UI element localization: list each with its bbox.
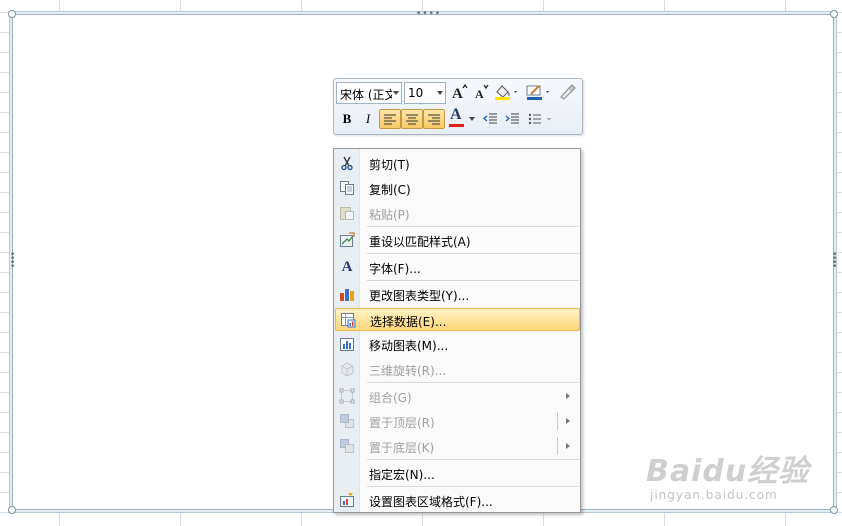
menu-item-change-chart-type[interactable]: 更改图表类型(Y)... <box>335 283 580 306</box>
resize-handle-top[interactable]: •••• <box>416 10 441 19</box>
submenu-arrow-icon <box>566 393 570 399</box>
bring-to-front-icon <box>339 413 355 429</box>
menu-item-paste[interactable]: 粘贴(P) <box>335 202 580 225</box>
cut-icon <box>339 155 355 171</box>
increase-indent-icon <box>505 113 519 124</box>
menu-item-font[interactable]: A 字体(F)... <box>335 256 580 279</box>
align-center-button[interactable] <box>401 109 423 129</box>
align-right-icon <box>428 114 440 125</box>
decrease-indent-button[interactable] <box>480 109 500 129</box>
submenu-arrow-icon[interactable] <box>566 443 570 449</box>
bullets-button[interactable] <box>526 109 556 129</box>
font-name-value: 宋体 (正文 <box>340 88 392 102</box>
assign-macro-icon <box>339 465 355 481</box>
menu-item-label: 移动图表(M)... <box>369 339 449 353</box>
resize-handle-top-right[interactable] <box>830 10 838 18</box>
menu-item-label: 更改图表类型(Y)... <box>369 289 470 303</box>
menu-separator <box>367 382 579 384</box>
select-data-icon <box>340 312 356 328</box>
font-size-dropdown[interactable]: 10 <box>404 82 446 104</box>
submenu-split-divider <box>557 412 558 430</box>
menu-item-label: 重设以匹配样式(A) <box>369 235 471 249</box>
menu-item-send-to-back[interactable]: 置于底层(K) <box>335 435 580 458</box>
resize-handle-bottom-left[interactable] <box>8 506 16 514</box>
context-menu: 剪切(T) 复制(C) 粘贴(P) 重设以匹配样式(A) A 字体(F)... … <box>333 148 581 513</box>
baidu-watermark: Baidu经验 jingyan.baidu.com <box>640 444 815 514</box>
chart-type-icon <box>339 286 355 302</box>
resize-handle-left[interactable]: • • • • <box>10 251 15 272</box>
menu-item-label: 粘贴(P) <box>369 208 410 222</box>
align-left-button[interactable] <box>379 109 401 129</box>
resize-handle-bottom-right[interactable] <box>830 506 838 514</box>
paste-icon <box>339 205 355 221</box>
menu-item-label: 置于顶层(R) <box>369 416 435 430</box>
menu-item-bring-to-front[interactable]: 置于顶层(R) <box>335 410 580 433</box>
menu-item-label: 指定宏(N)... <box>369 468 435 482</box>
menu-separator <box>367 280 579 282</box>
menu-item-label: 选择数据(E)... <box>370 315 447 329</box>
menu-item-label: 剪切(T) <box>369 158 410 172</box>
menu-item-label: 复制(C) <box>369 183 411 197</box>
menu-item-cut[interactable]: 剪切(T) <box>335 152 580 175</box>
move-chart-icon <box>339 336 355 352</box>
menu-item-label: 三维旋转(R)... <box>369 364 447 378</box>
chevron-down-icon <box>469 117 475 121</box>
format-painter-icon[interactable] <box>556 83 578 103</box>
menu-item-label: 组合(G) <box>369 391 412 405</box>
resize-handle-top-left[interactable] <box>8 10 16 18</box>
group-icon <box>339 388 355 404</box>
font-grow-icon[interactable]: A <box>449 83 469 103</box>
menu-item-select-data[interactable]: 选择数据(E)... <box>335 308 580 331</box>
send-to-back-icon <box>339 438 355 454</box>
bullet-list-icon <box>528 113 551 125</box>
font-icon: A <box>341 259 353 275</box>
3d-rotation-icon <box>339 361 355 377</box>
menu-item-move-chart[interactable]: 移动图表(M)... <box>335 333 580 356</box>
chevron-down-icon <box>437 91 443 95</box>
menu-separator <box>367 253 579 255</box>
menu-item-assign-macro[interactable]: 指定宏(N)... <box>335 462 580 485</box>
submenu-arrow-icon[interactable] <box>566 418 570 424</box>
decrease-indent-icon <box>482 113 497 124</box>
font-shrink-icon[interactable]: A <box>471 83 491 103</box>
menu-separator <box>367 459 579 461</box>
svg-text:A: A <box>452 86 463 101</box>
watermark-url: jingyan.baidu.com <box>650 488 778 502</box>
italic-label: I <box>365 111 371 126</box>
increase-indent-button[interactable] <box>502 109 522 129</box>
font-color-icon: A <box>450 106 462 123</box>
font-color-swatch <box>449 124 464 127</box>
submenu-split-divider <box>557 437 558 455</box>
italic-button[interactable]: I <box>358 109 378 129</box>
menu-item-3d-rotation[interactable]: 三维旋转(R)... <box>335 358 580 381</box>
font-color-button[interactable]: A <box>448 106 476 128</box>
font-size-value: 10 <box>408 86 424 100</box>
menu-item-label: 置于底层(K) <box>369 441 435 455</box>
line-color-icon[interactable] <box>524 83 554 103</box>
menu-item-copy[interactable]: 复制(C) <box>335 177 580 200</box>
copy-icon <box>339 180 355 196</box>
menu-item-label: 设置图表区域格式(F)... <box>369 495 493 509</box>
bold-button[interactable]: B <box>337 109 357 129</box>
reset-style-icon <box>339 232 355 248</box>
resize-handle-right[interactable]: • • • • <box>832 251 837 272</box>
align-right-button[interactable] <box>423 109 445 129</box>
mini-toolbar: 宋体 (正文 10 A A B I A <box>333 78 583 135</box>
menu-item-group[interactable]: 组合(G) <box>335 385 580 408</box>
menu-separator <box>367 486 579 488</box>
menu-item-format-chart-area[interactable]: 设置图表区域格式(F)... <box>335 489 580 512</box>
font-name-dropdown[interactable]: 宋体 (正文 <box>336 82 402 104</box>
svg-text:A: A <box>475 87 484 101</box>
watermark-logo: Baidu经验 <box>646 454 810 489</box>
fill-color-icon[interactable] <box>492 83 522 103</box>
menu-separator <box>367 226 579 228</box>
menu-item-label: 字体(F)... <box>369 262 421 276</box>
chevron-down-icon <box>393 91 399 95</box>
format-chart-area-icon <box>339 492 355 508</box>
bold-label: B <box>342 111 352 126</box>
align-center-icon <box>406 114 418 125</box>
align-left-icon <box>384 114 396 125</box>
menu-item-reset-style[interactable]: 重设以匹配样式(A) <box>335 229 580 252</box>
